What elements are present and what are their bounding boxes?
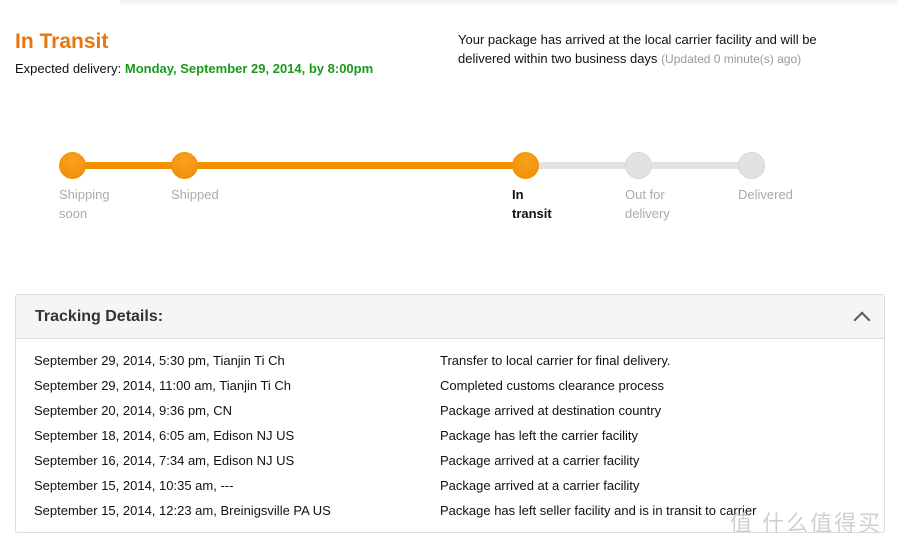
tracking-event: Package arrived at a carrier facility xyxy=(440,478,640,493)
tracking-event: Transfer to local carrier for final deli… xyxy=(440,353,671,368)
tracking-when: September 29, 2014, 5:30 pm, Tianjin Ti … xyxy=(34,353,285,368)
tracking-details-header[interactable]: Tracking Details: xyxy=(16,295,884,339)
tracking-when: September 20, 2014, 9:36 pm, CN xyxy=(34,403,233,418)
tracking-event: Package has left seller facility and is … xyxy=(440,503,757,518)
tracking-event: Package has left the carrier facility xyxy=(440,428,638,443)
step-label: Shipped xyxy=(171,187,219,202)
step-label: Delivered xyxy=(738,187,793,202)
step-node xyxy=(59,152,86,179)
tracking-title: Tracking Details: xyxy=(35,308,164,325)
status-message: Your package has arrived at the local ca… xyxy=(458,30,818,69)
tracking-event: Package arrived at destination country xyxy=(440,403,662,418)
expected-date: Monday, September 29, 2014, by 8:00pm xyxy=(124,61,374,76)
tracking-when: September 18, 2014, 6:05 am, Edison NJ U… xyxy=(34,428,295,443)
tracking-details-panel: Tracking Details: September 29, 2014, 5:… xyxy=(15,294,885,533)
step-node xyxy=(625,152,652,179)
tracking-when: September 29, 2014, 11:00 am, Tianjin Ti… xyxy=(34,378,292,393)
tracking-when: September 16, 2014, 7:34 am, Edison NJ U… xyxy=(34,453,295,468)
step-node xyxy=(738,152,765,179)
status-title: In Transit xyxy=(15,30,109,53)
tracking-event: Package arrived at a carrier facility xyxy=(440,453,640,468)
expected-delivery: Expected delivery: Monday, September 29,… xyxy=(15,61,373,76)
chevron-up-icon[interactable] xyxy=(853,311,871,329)
step-label: Shipping soon xyxy=(59,187,110,221)
step-label-current: In transit xyxy=(512,187,552,221)
watermark-logo: 值 什么值得买 xyxy=(730,511,883,536)
top-shadow xyxy=(120,0,897,6)
tracking-when: September 15, 2014, 12:23 am, Breinigsvi… xyxy=(34,503,331,518)
step-node xyxy=(512,152,539,179)
updated-text: (Updated 0 minute(s) ago) xyxy=(661,52,802,66)
step-node xyxy=(171,152,198,179)
tracking-event: Completed customs clearance process xyxy=(440,378,664,393)
tracking-when: September 15, 2014, 10:35 am, --- xyxy=(34,478,234,493)
step-label: Out for delivery xyxy=(625,187,670,221)
expected-label: Expected delivery: xyxy=(15,61,122,76)
progress-line-done xyxy=(72,162,525,169)
